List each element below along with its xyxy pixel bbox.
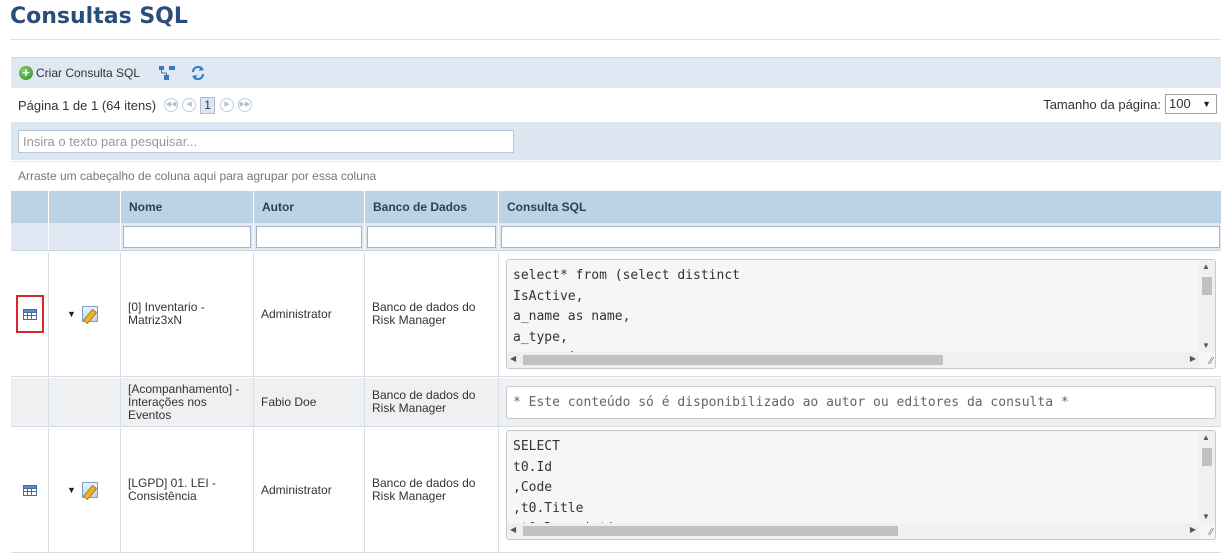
create-sql-query-button[interactable]: + Criar Consulta SQL: [19, 62, 140, 84]
scroll-right-icon[interactable]: ▶: [1190, 354, 1196, 363]
chevron-down-icon: ▼: [1202, 99, 1211, 109]
grid-icon[interactable]: [22, 484, 37, 496]
header-banco[interactable]: Banco de Dados: [365, 191, 499, 223]
row-banco: Banco de dados do Risk Manager: [372, 476, 476, 503]
toolbar: + Criar Consulta SQL: [11, 57, 1221, 88]
scroll-thumb[interactable]: [523, 355, 943, 365]
horizontal-scrollbar[interactable]: ◀ ▶: [507, 352, 1199, 368]
search-input[interactable]: Insira o texto para pesquisar...: [18, 130, 514, 153]
row-nome: [LGPD] 01. LEI - Consistência: [128, 476, 217, 503]
vertical-scrollbar[interactable]: ▲ ▼: [1199, 260, 1215, 352]
filter-row: [11, 223, 1221, 251]
next-page-icon[interactable]: ▶: [220, 98, 235, 112]
edit-icon[interactable]: [81, 482, 98, 498]
row-autor: Fabio Doe: [261, 394, 317, 409]
current-page-button[interactable]: 1: [200, 96, 216, 114]
pager: Página 1 de 1 (64 itens) ◀◀ ◀ 1 ▶ ▶▶ Tam…: [11, 89, 1221, 121]
scroll-thumb[interactable]: [523, 526, 898, 536]
refresh-icon: [191, 65, 205, 81]
page-size-value: 100: [1169, 96, 1191, 111]
filter-nome-input[interactable]: [123, 226, 251, 248]
header-select-col: [11, 191, 49, 223]
scroll-thumb[interactable]: [1202, 448, 1212, 466]
row-autor: Administrator: [261, 482, 332, 497]
first-page-icon[interactable]: ◀◀: [164, 98, 179, 112]
grid-icon: [22, 308, 37, 320]
hierarchy-button[interactable]: [158, 62, 176, 84]
hierarchy-icon: [159, 66, 176, 80]
previous-page-icon[interactable]: ◀: [182, 98, 197, 112]
horizontal-scrollbar[interactable]: ◀ ▶: [507, 523, 1199, 539]
filter-banco-input[interactable]: [367, 226, 496, 248]
row-nome: [Acompanhamento] - Interações nos Evento…: [128, 381, 240, 422]
page-size-label: Tamanho da página:: [1043, 96, 1161, 112]
edit-icon[interactable]: [81, 306, 98, 322]
row-autor: Administrator: [261, 306, 332, 321]
chevron-down-icon[interactable]: ▼: [67, 309, 76, 319]
row-nome: [0] Inventario - Matriz3xN: [128, 300, 205, 327]
resize-grip-icon[interactable]: ⁄⁄: [1210, 527, 1213, 538]
search-panel: Insira o texto para pesquisar...: [11, 122, 1221, 160]
filter-empty-0: [11, 223, 49, 250]
header-actions-col: [49, 191, 121, 223]
chevron-down-icon[interactable]: ▼: [67, 485, 76, 495]
page-size-control: Tamanho da página: 100 ▼: [1043, 94, 1217, 114]
page-size-select[interactable]: 100 ▼: [1165, 94, 1217, 114]
resize-grip-icon[interactable]: ⁄⁄: [1210, 356, 1213, 367]
sql-query-textarea[interactable]: SELECT t0.Id ,Code ,t0.Title ,t0.Descrip…: [506, 430, 1216, 540]
page-title: Consultas SQL: [10, 4, 188, 29]
scroll-left-icon[interactable]: ◀: [510, 525, 516, 534]
scroll-up-icon[interactable]: ▲: [1202, 262, 1210, 271]
row-banco: Banco de dados do Risk Manager: [372, 300, 476, 327]
scroll-down-icon[interactable]: ▼: [1202, 512, 1210, 521]
filter-autor-input[interactable]: [256, 226, 362, 248]
vertical-scrollbar[interactable]: ▲ ▼: [1199, 431, 1215, 523]
header-consulta[interactable]: Consulta SQL: [499, 191, 1221, 223]
scroll-thumb[interactable]: [1202, 277, 1212, 295]
pager-summary: Página 1 de 1 (64 itens): [18, 97, 157, 113]
grid-header: Nome Autor Banco de Dados Consulta SQL: [11, 191, 1221, 223]
last-page-icon[interactable]: ▶▶: [238, 98, 253, 112]
header-nome[interactable]: Nome: [121, 191, 254, 223]
create-sql-query-label: Criar Consulta SQL: [36, 66, 141, 80]
group-by-drop-zone[interactable]: Arraste um cabeçalho de coluna aqui para…: [11, 161, 1221, 190]
row-banco: Banco de dados do Risk Manager: [372, 388, 476, 415]
scroll-down-icon[interactable]: ▼: [1202, 341, 1210, 350]
scroll-left-icon[interactable]: ◀: [510, 354, 516, 363]
table-row: ▼ [0] Inventario - Matriz3xN Administrat…: [11, 252, 1221, 377]
title-divider: [10, 39, 1221, 40]
table-row: [Acompanhamento] - Interações nos Evento…: [11, 378, 1221, 427]
scroll-right-icon[interactable]: ▶: [1190, 525, 1196, 534]
restricted-query-notice: * Este conteúdo só é disponibilizado ao …: [506, 385, 1216, 419]
add-icon: +: [19, 66, 33, 80]
filter-empty-1: [49, 223, 121, 250]
header-autor[interactable]: Autor: [254, 191, 365, 223]
sql-query-textarea[interactable]: select* from (select distinct IsActive, …: [506, 259, 1216, 369]
table-row: ▼ [LGPD] 01. LEI - Consistência Administ…: [11, 428, 1221, 553]
filter-consulta-input[interactable]: [501, 226, 1220, 248]
view-results-button[interactable]: [15, 295, 44, 333]
scroll-up-icon[interactable]: ▲: [1202, 433, 1210, 442]
refresh-button[interactable]: [190, 62, 206, 84]
